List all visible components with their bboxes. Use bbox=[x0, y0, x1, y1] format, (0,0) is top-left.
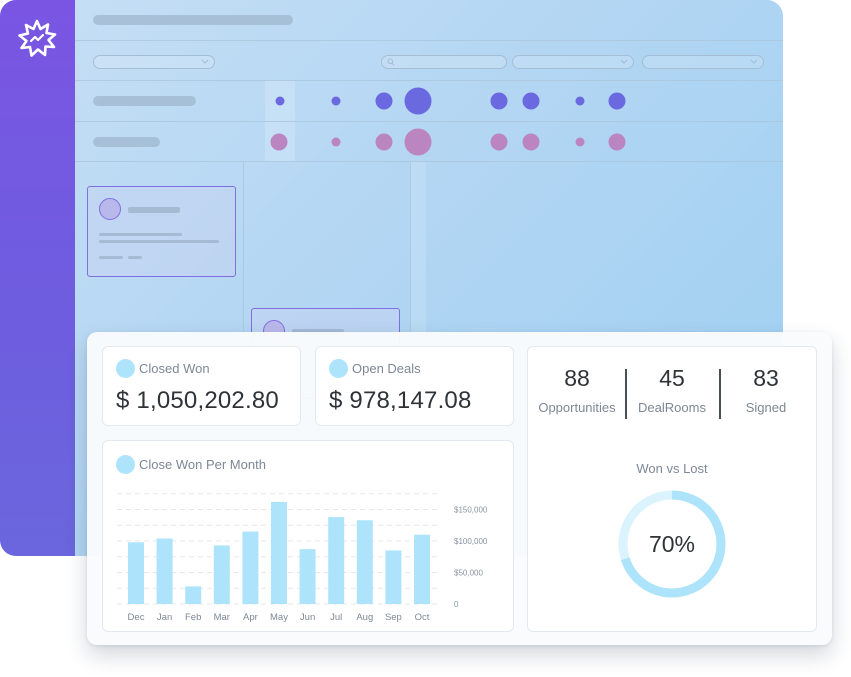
stat-value: 88 bbox=[564, 365, 590, 391]
x-tick-label: Sep bbox=[385, 612, 402, 623]
bar-chart: $150,000 $100,000 $50,000 0 Dec Jan Feb Mar Apr M… bbox=[117, 493, 488, 623]
page-title-placeholder bbox=[93, 15, 293, 25]
avatar bbox=[99, 198, 121, 220]
bar-mar bbox=[213, 545, 230, 604]
filter-dropdown[interactable] bbox=[642, 55, 764, 69]
won-vs-lost-title: Won vs Lost bbox=[636, 461, 708, 476]
card-line-placeholder bbox=[128, 256, 142, 259]
chevron-down-icon bbox=[201, 59, 209, 64]
open-deals-value: $ 978,147.08 bbox=[329, 387, 472, 414]
card-title-placeholder bbox=[128, 207, 180, 213]
deal-card[interactable] bbox=[87, 186, 236, 277]
starburst-logo-icon[interactable] bbox=[16, 18, 58, 60]
y-tick-label: $50,000 bbox=[454, 569, 483, 578]
y-tick-label: $100,000 bbox=[454, 537, 488, 546]
closed-won-value: $ 1,050,202.80 bbox=[116, 387, 279, 414]
x-tick-label: Feb bbox=[185, 612, 201, 623]
divider bbox=[75, 121, 783, 122]
bar-dec bbox=[128, 542, 144, 604]
bar-jan bbox=[156, 538, 173, 604]
activity-dot[interactable] bbox=[608, 133, 626, 151]
card-line-placeholder bbox=[99, 233, 182, 236]
x-tick-label: Jul bbox=[330, 612, 342, 623]
card-line-placeholder bbox=[99, 240, 219, 243]
activity-dot[interactable] bbox=[375, 133, 393, 151]
closed-won-icon bbox=[116, 359, 135, 378]
dashboard-overlay: Closed Won $ 1,050,202.80 Open Deals $ 9… bbox=[87, 332, 832, 645]
x-tick-label: Mar bbox=[214, 612, 230, 623]
bar-sep bbox=[385, 550, 402, 604]
x-tick-label: Jun bbox=[300, 612, 315, 623]
bar-jun bbox=[299, 549, 316, 604]
activity-dot[interactable] bbox=[275, 96, 285, 106]
row-label-placeholder bbox=[93, 137, 160, 147]
activity-dot[interactable] bbox=[575, 96, 585, 106]
bar-aug bbox=[356, 520, 373, 604]
card-line-placeholder bbox=[99, 256, 123, 259]
app-sidebar bbox=[0, 0, 75, 556]
chevron-down-icon bbox=[620, 59, 628, 64]
open-deals-label: Open Deals bbox=[352, 361, 421, 376]
open-deals-icon bbox=[329, 359, 348, 378]
activity-dot[interactable] bbox=[608, 92, 626, 110]
x-tick-label: May bbox=[270, 612, 288, 623]
stat-value: 83 bbox=[753, 365, 779, 391]
close-won-per-month-card: Close Won Per Month $150,000 $100,000 $50,… bbox=[102, 440, 514, 632]
activity-dot[interactable] bbox=[522, 92, 540, 110]
bar-apr bbox=[242, 531, 259, 604]
x-tick-label: Aug bbox=[356, 612, 373, 623]
bar-oct bbox=[414, 534, 430, 604]
x-tick-label: Jan bbox=[157, 612, 172, 623]
closed-won-label: Closed Won bbox=[139, 361, 210, 376]
divider bbox=[75, 161, 783, 162]
activity-dot[interactable] bbox=[490, 133, 508, 151]
activity-dot[interactable] bbox=[490, 92, 508, 110]
search-icon bbox=[387, 58, 395, 66]
activity-dot[interactable] bbox=[331, 137, 341, 147]
divider bbox=[75, 80, 783, 81]
stat-signed[interactable]: 83 Signed bbox=[718, 365, 814, 415]
stat-label: Signed bbox=[745, 400, 787, 415]
closed-won-card[interactable]: Closed Won $ 1,050,202.80 bbox=[102, 346, 301, 426]
divider bbox=[75, 40, 783, 41]
bar-jul bbox=[328, 517, 345, 604]
activity-dot[interactable] bbox=[404, 87, 432, 115]
stat-dealrooms[interactable]: 45 DealRooms bbox=[624, 365, 720, 415]
stats-card: 88 Opportunities 45 DealRooms 83 Signed … bbox=[527, 346, 817, 632]
x-tick-label: Apr bbox=[243, 612, 258, 623]
activity-dot[interactable] bbox=[331, 96, 341, 106]
search-input[interactable] bbox=[381, 55, 507, 69]
activity-dot[interactable] bbox=[575, 137, 585, 147]
y-tick-label: $150,000 bbox=[454, 506, 488, 515]
activity-dot[interactable] bbox=[404, 128, 432, 156]
x-tick-label: Oct bbox=[415, 612, 430, 623]
activity-dot[interactable] bbox=[522, 133, 540, 151]
bar-feb bbox=[185, 586, 202, 604]
chevron-down-icon bbox=[750, 59, 758, 64]
filter-dropdown[interactable] bbox=[93, 55, 215, 69]
stat-value: 45 bbox=[659, 365, 685, 391]
stat-label: Opportunities bbox=[538, 400, 616, 415]
activity-dot[interactable] bbox=[270, 133, 288, 151]
y-tick-label: 0 bbox=[454, 600, 459, 609]
x-tick-label: Dec bbox=[128, 612, 145, 623]
won-percent-label: 70% bbox=[648, 530, 696, 557]
stat-opportunities[interactable]: 88 Opportunities bbox=[529, 365, 625, 415]
bar-may bbox=[271, 501, 287, 604]
filter-dropdown[interactable] bbox=[512, 55, 634, 69]
open-deals-card[interactable]: Open Deals $ 978,147.08 bbox=[315, 346, 514, 426]
activity-dot[interactable] bbox=[375, 92, 393, 110]
stat-label: DealRooms bbox=[638, 400, 706, 415]
row-label-placeholder bbox=[93, 96, 196, 106]
